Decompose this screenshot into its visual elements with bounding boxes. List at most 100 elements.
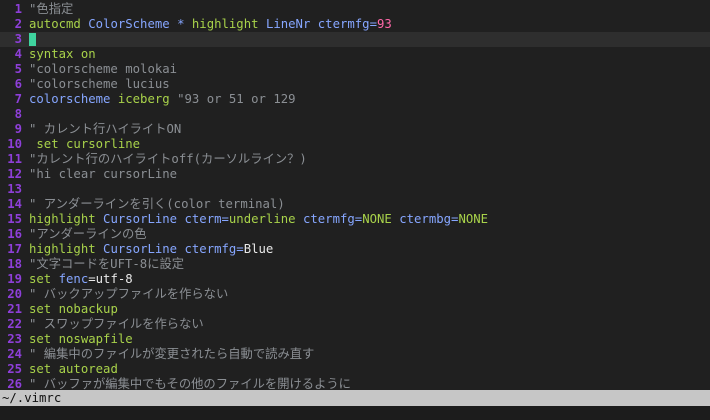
line-code: " バックアップファイルを作らない <box>29 287 228 302</box>
line-code: set cursorline <box>29 137 140 152</box>
editor-line[interactable]: 23 set noswapfile <box>0 332 710 347</box>
code-token: "colorscheme molokai <box>29 62 178 76</box>
code-token: "色指定 <box>29 2 74 16</box>
editor-line[interactable]: 17 highlight CursorLine ctermfg=Blue <box>0 242 710 257</box>
line-code: " カレント行ハイライトON <box>29 122 181 137</box>
line-number: 11 <box>7 152 22 166</box>
line-number: 1 <box>14 2 22 16</box>
editor-line[interactable]: 6 "colorscheme lucius <box>0 77 710 92</box>
line-number: 24 <box>7 347 22 361</box>
line-code: highlight CursorLine cterm=underline cte… <box>29 212 488 227</box>
editor-line[interactable]: 3 <box>0 32 710 47</box>
editor-line[interactable]: 8 <box>0 107 710 122</box>
code-token: set <box>29 362 59 376</box>
code-token: LineNr <box>265 17 318 31</box>
editor-line[interactable]: 14 " アンダーラインを引く(color terminal) <box>0 197 710 212</box>
editor-line[interactable]: 2 autocmd ColorScheme * highlight LineNr … <box>0 17 710 32</box>
editor-line[interactable]: 21 set nobackup <box>0 302 710 317</box>
line-number: 22 <box>7 317 22 331</box>
line-code: set autoread <box>29 362 118 377</box>
code-token: ctermfg= <box>184 242 244 256</box>
line-number: 20 <box>7 287 22 301</box>
code-token: CursorLine <box>103 242 185 256</box>
line-number: 18 <box>7 257 22 271</box>
line-code: "hi clear cursorLine <box>29 167 177 182</box>
code-token: set <box>29 272 59 286</box>
editor-line[interactable]: 16 "アンダーラインの色 <box>0 227 710 242</box>
editor-line[interactable]: 22 " スワップファイルを作らない <box>0 317 710 332</box>
code-token: set <box>29 302 59 316</box>
code-token: " カレント行ハイライトON <box>29 122 182 136</box>
line-code: "カレント行のハイライトoff(カーソルライン？) <box>29 152 307 167</box>
statusline-filename: ~/.vimrc <box>2 391 62 405</box>
code-token: =utf-8 <box>88 272 133 286</box>
code-token: syntax <box>29 47 81 61</box>
editor-line[interactable]: 11 "カレント行のハイライトoff(カーソルライン？) <box>0 152 710 167</box>
code-token: "文字コードをUFT-8に設定 <box>29 257 185 271</box>
line-code: "colorscheme lucius <box>29 77 170 92</box>
line-number: 6 <box>14 77 22 91</box>
code-token: "colorscheme lucius <box>29 77 170 91</box>
code-token: " アンダーラインを引く(color terminal) <box>29 197 285 211</box>
editor-line[interactable]: 1 "色指定 <box>0 2 710 17</box>
code-token: autocmd <box>29 17 89 31</box>
line-number: 26 <box>7 377 22 390</box>
editor-line[interactable]: 7 colorscheme iceberg "93 or 51 or 129 <box>0 92 710 107</box>
code-token: set <box>29 137 67 151</box>
code-token: fenc <box>58 272 89 286</box>
line-code: "アンダーラインの色 <box>29 227 147 242</box>
editor-line[interactable]: 25 set autoread <box>0 362 710 377</box>
code-token: highlight <box>29 242 104 256</box>
line-number: 25 <box>7 362 22 376</box>
editor-line[interactable]: 9 " カレント行ハイライトON <box>0 122 710 137</box>
code-token: " バッファが編集中でもその他のファイルを開けるように <box>29 377 351 390</box>
line-number: 16 <box>7 227 22 241</box>
code-token: on <box>80 47 96 61</box>
code-token: noswapfile <box>58 332 133 346</box>
line-number: 5 <box>14 62 22 76</box>
line-code: "色指定 <box>29 2 73 17</box>
vim-command-line[interactable] <box>0 406 710 420</box>
line-number: 9 <box>14 122 22 136</box>
line-code: colorscheme iceberg "93 or 51 or 129 <box>29 92 296 107</box>
editor-line[interactable]: 19 set fenc=utf-8 <box>0 272 710 287</box>
line-code: " アンダーラインを引く(color terminal) <box>29 197 285 212</box>
code-token: Blue <box>243 242 274 256</box>
editor-line[interactable]: 18 "文字コードをUFT-8に設定 <box>0 257 710 272</box>
code-token: 93 <box>377 17 392 31</box>
code-token: NONE <box>362 212 400 226</box>
code-token: CursorLine <box>103 212 185 226</box>
line-number: 19 <box>7 272 22 286</box>
line-number: 13 <box>7 182 22 196</box>
line-code: "colorscheme molokai <box>29 62 177 77</box>
code-token: colorscheme <box>29 92 118 106</box>
editor-line[interactable]: 13 <box>0 182 710 197</box>
line-number: 14 <box>7 197 22 211</box>
line-number: 4 <box>14 47 22 61</box>
code-token: highlight <box>191 17 266 31</box>
line-code: " スワップファイルを作らない <box>29 317 204 332</box>
line-number: 15 <box>7 212 22 226</box>
editor-line[interactable]: 10 set cursorline <box>0 137 710 152</box>
editor-line[interactable]: 4 syntax on <box>0 47 710 62</box>
code-token: "アンダーラインの色 <box>29 227 147 241</box>
line-number: 10 <box>7 137 22 151</box>
code-token: set <box>29 332 59 346</box>
code-token: ctermfg= <box>302 212 363 226</box>
editor-line[interactable]: 15 highlight CursorLine cterm=underline c… <box>0 212 710 227</box>
code-token: NONE <box>458 212 489 226</box>
editor-line[interactable]: 20 " バックアップファイルを作らない <box>0 287 710 302</box>
line-number: 2 <box>14 17 22 31</box>
line-number: 23 <box>7 332 22 346</box>
code-token: ctermfg= <box>317 17 377 31</box>
code-token: ColorScheme * <box>88 17 192 31</box>
vim-editor-area[interactable]: 1 "色指定 2 autocmd ColorScheme * highlight Li… <box>0 0 710 390</box>
line-number: 7 <box>14 92 22 106</box>
line-number: 21 <box>7 302 22 316</box>
editor-line[interactable]: 26 " バッファが編集中でもその他のファイルを開けるように <box>0 377 710 390</box>
editor-line[interactable]: 24 " 編集中のファイルが変更されたら自動で読み直す <box>0 347 710 362</box>
line-code: highlight CursorLine ctermfg=Blue <box>29 242 273 257</box>
editor-line[interactable]: 12 "hi clear cursorLine <box>0 167 710 182</box>
code-token: "カレント行のハイライトoff(カーソルライン？) <box>29 152 307 166</box>
editor-line[interactable]: 5 "colorscheme molokai <box>0 62 710 77</box>
